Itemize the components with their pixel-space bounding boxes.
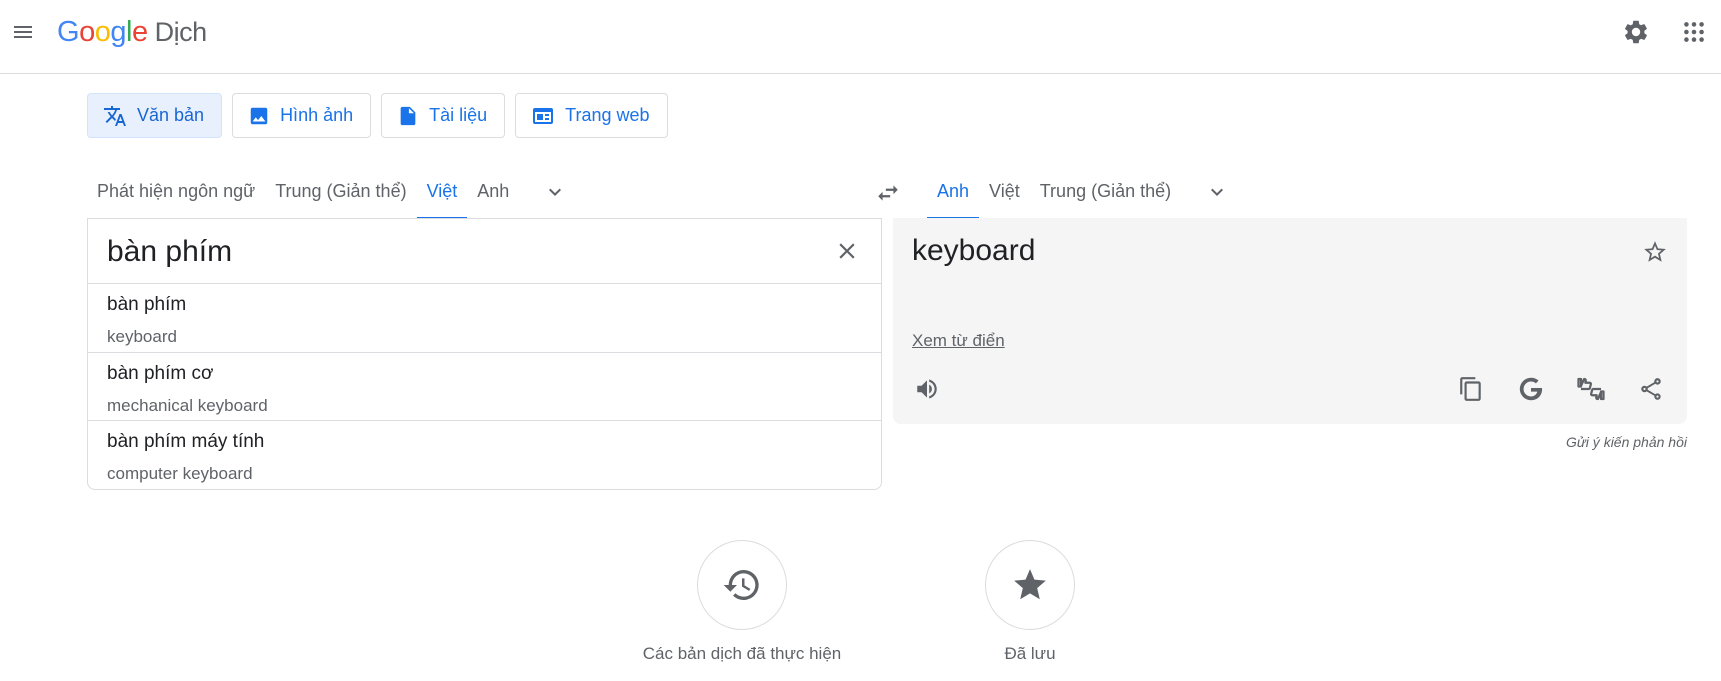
gear-icon [1625, 20, 1647, 44]
history-icon [723, 570, 759, 600]
history-button[interactable]: Các bản dịch đã thực hiện [622, 540, 862, 664]
chevron-down-icon [1211, 188, 1224, 196]
suggestion-translation: computer keyboard [107, 464, 253, 483]
rate-translation-button[interactable] [1573, 371, 1609, 407]
mode-tab-label: Tài liệu [429, 105, 488, 125]
logo-letter: G [57, 16, 80, 48]
star-icon [1014, 569, 1046, 600]
saved-circle [985, 540, 1075, 630]
google-translate-logo[interactable]: G o o g l e Dịch [57, 16, 207, 49]
view-dictionary-link[interactable]: Xem từ điển [912, 331, 1005, 351]
saved-label: Đã lưu [1004, 644, 1056, 663]
mode-tabs: Văn bản Hình ảnh Tài liệu Trang web [87, 93, 678, 138]
mode-tab-image[interactable]: Hình ảnh [232, 93, 372, 138]
document-icon [400, 106, 416, 125]
send-feedback-link[interactable]: Gửi ý kiến phản hồi [1566, 434, 1687, 450]
history-label: Các bản dịch đã thực hiện [642, 644, 842, 663]
thumbs-up-down-icon [1577, 377, 1605, 401]
apps-grid-icon [1684, 22, 1704, 42]
suggestion-item[interactable]: bàn phím máy tính computer keyboard [88, 421, 881, 489]
logo-letter: o [94, 16, 111, 48]
copy-translation-button[interactable] [1453, 371, 1489, 407]
speaker-icon [917, 379, 937, 399]
mode-tab-label: Hình ảnh [280, 105, 354, 125]
save-translation-button[interactable] [1637, 234, 1673, 270]
translate-icon [104, 105, 126, 126]
google-g-icon [1519, 377, 1543, 401]
source-lang-detect[interactable]: Phát hiện ngôn ngữ [87, 165, 265, 219]
mode-tab-website[interactable]: Trang web [515, 93, 668, 138]
share-translation-button[interactable] [1633, 371, 1669, 407]
apps-button[interactable] [1678, 16, 1710, 48]
target-panel: keyboard Xem từ điển [893, 218, 1687, 424]
source-text-input[interactable]: bàn phím [107, 235, 232, 269]
target-lang-vietnamese[interactable]: Việt [979, 165, 1030, 219]
logo-letter: o [79, 16, 95, 48]
clear-source-button[interactable] [829, 233, 865, 269]
share-icon [1641, 378, 1661, 400]
app-header: G o o g l e Dịch [0, 0, 1721, 74]
close-icon [839, 243, 855, 259]
image-icon [250, 107, 268, 124]
history-circle [697, 540, 787, 630]
swap-languages-button[interactable] [870, 175, 906, 211]
star-outline-icon [1644, 241, 1666, 262]
main-menu-button[interactable] [8, 17, 38, 47]
source-lang-chinese[interactable]: Trung (Giản thể) [265, 165, 416, 219]
suggestion-item[interactable]: bàn phím cơ mechanical keyboard [88, 353, 881, 421]
target-lang-more-button[interactable] [1191, 165, 1243, 219]
copy-icon [1460, 377, 1481, 401]
source-language-bar: Phát hiện ngôn ngữ Trung (Giản thể) Việt… [87, 165, 581, 219]
mode-tab-label: Văn bản [137, 105, 205, 125]
source-panel: bàn phím bàn phím keyboard bàn phím cơ m… [87, 218, 882, 490]
product-name: Dịch [154, 17, 208, 47]
menu-icon [14, 26, 32, 38]
source-lang-more-button[interactable] [529, 165, 581, 219]
search-google-button[interactable] [1513, 371, 1549, 407]
suggestion-text: bàn phím cơ [107, 362, 214, 384]
suggestion-item[interactable]: bàn phím keyboard [88, 284, 881, 353]
swap-icon [878, 185, 898, 201]
source-lang-english[interactable]: Anh [467, 165, 519, 219]
target-lang-chinese[interactable]: Trung (Giản thể) [1030, 165, 1181, 219]
translation-output: keyboard [912, 234, 1036, 267]
logo-letter: e [131, 16, 148, 48]
chevron-down-icon [549, 188, 562, 196]
logo-letter: g [110, 16, 126, 48]
suggestion-translation: keyboard [107, 327, 177, 346]
suggestion-text: bàn phím [107, 294, 187, 315]
suggestion-translation: mechanical keyboard [107, 395, 268, 415]
saved-button[interactable]: Đã lưu [910, 540, 1150, 664]
source-input-row: bàn phím [88, 219, 881, 284]
mode-tab-label: Trang web [565, 105, 650, 125]
mode-tab-document[interactable]: Tài liệu [381, 93, 506, 138]
source-lang-vietnamese[interactable]: Việt [416, 165, 468, 219]
mode-tab-text[interactable]: Văn bản [87, 93, 223, 138]
settings-button[interactable] [1620, 16, 1652, 48]
target-language-bar: Anh Việt Trung (Giản thể) [927, 165, 1243, 219]
web-icon [533, 107, 554, 124]
target-lang-english[interactable]: Anh [927, 165, 980, 219]
suggestion-text: bàn phím máy tính [107, 431, 265, 452]
listen-button[interactable] [909, 371, 945, 407]
